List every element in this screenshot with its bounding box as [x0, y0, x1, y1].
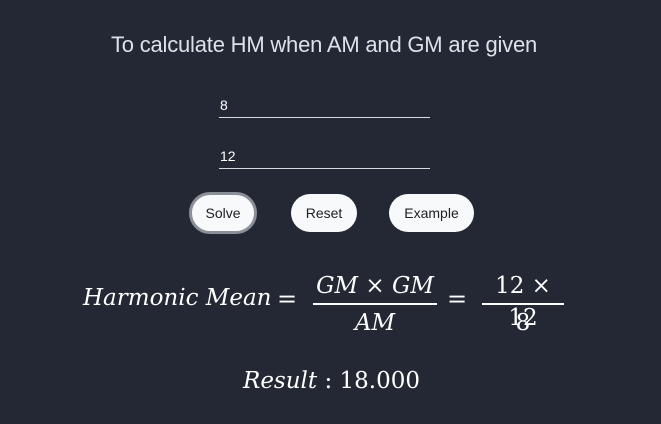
fraction-bar — [313, 303, 437, 305]
result-value: 18.000 — [339, 368, 421, 394]
formula-lhs: Harmonic Mean — [83, 285, 272, 311]
formula-equals-sign-2: = — [447, 285, 468, 313]
fraction-denominator: AM — [354, 309, 396, 336]
fraction-numerator: 12 × 12 — [495, 273, 551, 331]
example-button[interactable]: Example — [389, 194, 474, 232]
result-line: Result : 18.000 — [243, 368, 420, 394]
solve-button[interactable]: Solve — [189, 192, 257, 234]
am-input[interactable] — [219, 94, 430, 118]
result-separator: : — [324, 368, 333, 394]
page-title: To calculate HM when AM and GM are given — [110, 32, 538, 57]
reset-button[interactable]: Reset — [291, 194, 357, 232]
result-label: Result — [243, 368, 318, 394]
formula-fraction-numeric: 12 × 12 8 — [482, 270, 564, 339]
fraction-numerator: GM × GM — [316, 273, 434, 299]
formula-equals-sign: = — [277, 285, 298, 313]
formula-fraction-symbolic: GM × GM AM — [313, 270, 437, 339]
gm-input[interactable] — [219, 145, 430, 169]
fraction-denominator: 8 — [515, 309, 531, 336]
